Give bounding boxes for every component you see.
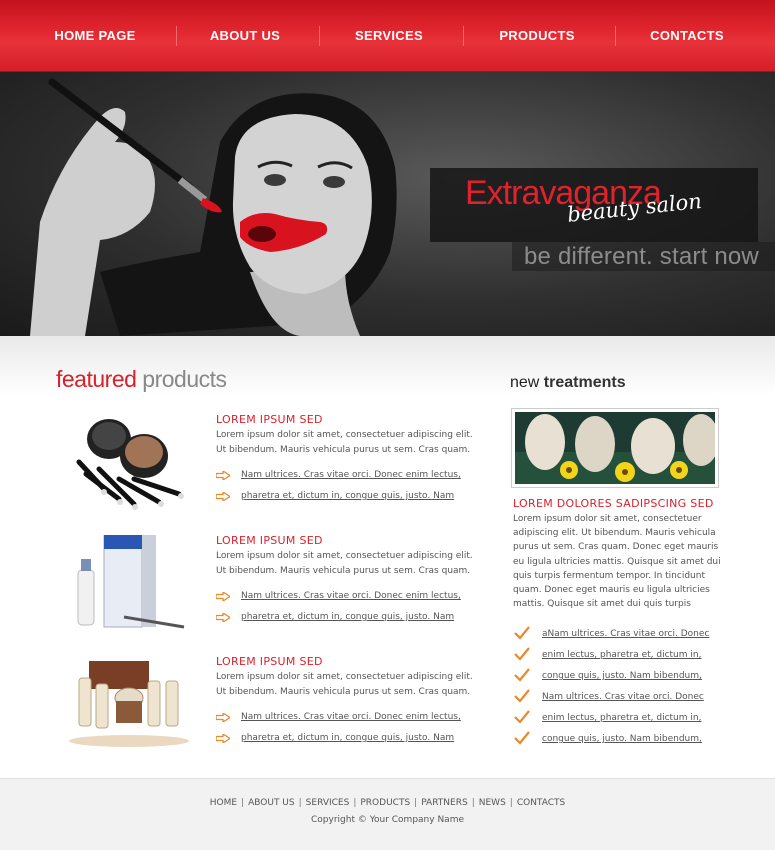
treatment-description: Lorem ipsum dolor sit amet, consectetuer… xyxy=(513,514,721,610)
featured-heading-word1: featured xyxy=(56,366,137,392)
checkmark-icon xyxy=(514,689,530,703)
copyright-text: Copyright © Your Company Name xyxy=(311,815,464,825)
treatment-link[interactable]: aNam ultrices. Cras vitae orci. Donec xyxy=(514,626,710,640)
product-link-text: Nam ultrices. Cras vitae orci. Donec eni… xyxy=(241,591,461,601)
footer-links: HOME | ABOUT US | SERVICES | PRODUCTS | PARTNERS… xyxy=(0,798,775,808)
product-card: LOREM IPSUM SED Lorem ipsum dolor sit am… xyxy=(56,413,476,524)
product-name: LOREM IPSUM SED xyxy=(216,534,323,547)
checkmark-icon xyxy=(514,731,530,745)
product-link[interactable]: pharetra et, dictum in, congue quis, jus… xyxy=(216,612,454,622)
footer-separator: | xyxy=(353,798,357,808)
treatment-link-text: congue quis, justo. Nam bibendum, xyxy=(542,734,702,744)
footer-separator: | xyxy=(509,798,513,808)
treatment-link[interactable]: enim lectus, pharetra et, dictum in, xyxy=(514,710,702,724)
product-link[interactable]: pharetra et, dictum in, congue quis, jus… xyxy=(216,491,454,501)
product-card: LOREM IPSUM SED Lorem ipsum dolor sit am… xyxy=(56,655,476,766)
product-link[interactable]: Nam ultrices. Cras vitae orci. Donec eni… xyxy=(216,470,461,480)
product-link[interactable]: Nam ultrices. Cras vitae orci. Donec eni… xyxy=(216,591,461,601)
nav-about-us[interactable]: ABOUT US xyxy=(190,26,300,46)
footer-separator: | xyxy=(298,798,302,808)
treatment-link-text: enim lectus, pharetra et, dictum in, xyxy=(542,713,702,723)
footer: HOME | ABOUT US | SERVICES | PRODUCTS | PARTNERS… xyxy=(0,778,775,850)
treatment-link[interactable]: congue quis, justo. Nam bibendum, xyxy=(514,731,702,745)
treatment-link-text: Nam ultrices. Cras vitae orci. Donec xyxy=(542,692,704,702)
arrow-right-icon xyxy=(216,492,230,501)
nav-products[interactable]: PRODUCTS xyxy=(482,26,592,46)
product-description: Lorem ipsum dolor sit amet, consectetuer… xyxy=(216,551,473,576)
arrow-right-icon xyxy=(216,613,230,622)
footer-separator: | xyxy=(241,798,245,808)
new-treatments-heading: new treatments xyxy=(510,374,626,392)
top-navigation: HOME PAGE ABOUT US SERVICES PRODUCTS CON… xyxy=(0,0,775,72)
treatment-link[interactable]: Nam ultrices. Cras vitae orci. Donec xyxy=(514,689,704,703)
checkmark-icon xyxy=(514,626,530,640)
treatment-link-text: congue quis, justo. Nam bibendum, xyxy=(542,671,702,681)
arrow-right-icon xyxy=(216,471,230,480)
footer-link-contacts[interactable]: CONTACTS xyxy=(517,798,565,808)
featured-products-heading: featured products xyxy=(56,366,227,393)
treatment-image[interactable] xyxy=(511,408,719,488)
product-link-text: pharetra et, dictum in, congue quis, jus… xyxy=(241,733,455,743)
footer-link-home[interactable]: HOME xyxy=(210,798,237,808)
product-link-text: Nam ultrices. Cras vitae orci. Donec eni… xyxy=(241,470,461,480)
featured-heading-word2: products xyxy=(136,366,227,392)
arrow-right-icon xyxy=(216,734,230,743)
checkmark-icon xyxy=(514,668,530,682)
checkmark-icon xyxy=(514,647,530,661)
treatment-link-text: enim lectus, pharetra et, dictum in, xyxy=(542,650,702,660)
nav-home-page[interactable]: HOME PAGE xyxy=(40,26,150,46)
arrow-right-icon xyxy=(216,713,230,722)
product-description: Lorem ipsum dolor sit amet, consectetuer… xyxy=(216,430,473,455)
treatment-name: LOREM DOLORES SADIPSCING SED xyxy=(513,497,714,510)
footer-link-about-us[interactable]: ABOUT US xyxy=(248,798,295,808)
treatment-link-text: aNam ultrices. Cras vitae orci. Donec xyxy=(542,629,710,639)
product-link[interactable]: Nam ultrices. Cras vitae orci. Donec eni… xyxy=(216,712,461,722)
product-link-text: pharetra et, dictum in, congue quis, jus… xyxy=(241,612,455,622)
treatment-link[interactable]: enim lectus, pharetra et, dictum in, xyxy=(514,647,702,661)
product-image-brushes[interactable] xyxy=(64,414,194,514)
nav-services[interactable]: SERVICES xyxy=(334,26,444,46)
product-link-text: pharetra et, dictum in, congue quis, jus… xyxy=(241,491,455,501)
product-image-spa-set[interactable] xyxy=(64,656,194,756)
nav-separator xyxy=(319,26,320,46)
nav-separator xyxy=(615,26,616,46)
product-image-lash-kit[interactable] xyxy=(64,535,194,635)
nav-separator xyxy=(176,26,177,46)
spa-vases-image xyxy=(515,412,719,484)
product-link[interactable]: pharetra et, dictum in, congue quis, jus… xyxy=(216,733,454,743)
footer-separator: | xyxy=(414,798,418,808)
hero-tagline: be different. start now xyxy=(524,243,759,270)
footer-link-products[interactable]: PRODUCTS xyxy=(360,798,410,808)
treatments-heading-word2: treatments xyxy=(539,374,626,391)
arrow-right-icon xyxy=(216,592,230,601)
footer-separator: | xyxy=(471,798,475,808)
product-description: Lorem ipsum dolor sit amet, consectetuer… xyxy=(216,672,473,697)
footer-link-news[interactable]: NEWS xyxy=(479,798,506,808)
treatments-heading-word1: new xyxy=(510,374,540,391)
footer-link-services[interactable]: SERVICES xyxy=(306,798,350,808)
product-link-text: Nam ultrices. Cras vitae orci. Donec eni… xyxy=(241,712,461,722)
product-card: LOREM IPSUM SED Lorem ipsum dolor sit am… xyxy=(56,534,476,645)
footer-link-partners[interactable]: PARTNERS xyxy=(421,798,468,808)
nav-separator xyxy=(463,26,464,46)
hero-banner: Extravaganza beauty salon be different. … xyxy=(0,72,775,336)
checkmark-icon xyxy=(514,710,530,724)
product-name: LOREM IPSUM SED xyxy=(216,655,323,668)
product-name: LOREM IPSUM SED xyxy=(216,413,323,426)
treatment-link[interactable]: congue quis, justo. Nam bibendum, xyxy=(514,668,702,682)
nav-contacts[interactable]: CONTACTS xyxy=(632,26,742,46)
